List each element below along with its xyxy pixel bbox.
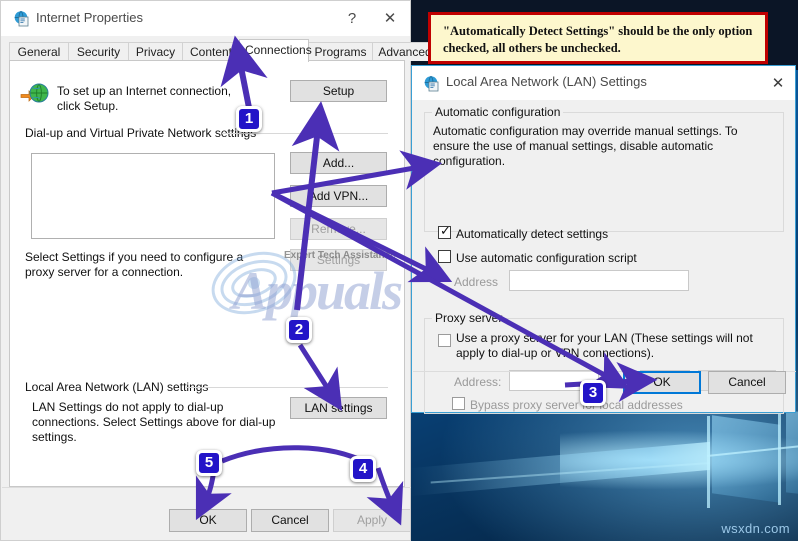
bypass-proxy-label: Bypass proxy server for local addresses	[470, 398, 683, 412]
tab-content[interactable]: Content	[182, 42, 240, 61]
wallpaper-line	[778, 410, 781, 505]
wallpaper-pane	[712, 415, 780, 503]
auto-config-address-input[interactable]	[509, 270, 689, 291]
lan-settings-titlebar: Local Area Network (LAN) Settings ✕	[412, 66, 795, 100]
ip-cancel-button[interactable]: Cancel	[251, 509, 329, 532]
use-proxy-server-checkbox[interactable]	[438, 334, 451, 347]
help-button[interactable]: ?	[337, 7, 367, 31]
automatic-configuration-label: Automatic configuration	[432, 105, 564, 119]
tab-general[interactable]: General	[9, 42, 69, 61]
ip-apply-button: Apply	[333, 509, 411, 532]
close-icon[interactable]: ✕	[375, 7, 405, 31]
bypass-proxy-checkbox[interactable]	[452, 397, 465, 410]
ip-ok-button[interactable]: OK	[169, 509, 247, 532]
add-button[interactable]: Add...	[290, 152, 387, 174]
setup-description: To set up an Internet connection, click …	[57, 84, 232, 113]
auto-config-address-label: Address	[454, 275, 499, 289]
internet-properties-icon	[14, 10, 29, 27]
step-badge-1: 1	[236, 106, 262, 132]
tab-connections[interactable]: Connections	[239, 39, 312, 62]
auto-detect-settings-checkbox[interactable]: ✓	[438, 224, 451, 239]
step-badge-2: 2	[286, 317, 312, 343]
setup-button[interactable]: Setup	[290, 80, 387, 102]
auto-detect-settings-label[interactable]: Automatically detect settings	[456, 227, 608, 242]
footer-separator	[2, 487, 411, 488]
appuals-watermark: Expert Tech Assistance Appuals	[211, 240, 452, 326]
automatic-configuration-description: Automatic configuration may override man…	[433, 124, 738, 168]
instruction-callout-text: "Automatically Detect Settings" should b…	[443, 24, 753, 55]
auto-config-script-label[interactable]: Use automatic configuration script	[456, 251, 637, 266]
proxy-address-label: Address:	[454, 375, 502, 389]
checkmark-icon: ✓	[440, 224, 451, 239]
step-badge-5: 5	[196, 450, 222, 476]
lan-settings-button[interactable]: LAN settings	[290, 397, 387, 419]
internet-properties-titlebar: Internet Properties ? ✕	[1, 1, 410, 36]
step-badge-4: 4	[350, 456, 376, 482]
lan-group-label: Local Area Network (LAN) settings	[25, 380, 209, 394]
lan-group-rule	[186, 387, 388, 388]
tab-privacy[interactable]: Privacy	[128, 42, 183, 61]
appuals-brand: Appuals	[232, 261, 403, 321]
wallpaper-pane	[786, 410, 798, 496]
add-vpn-button[interactable]: Add VPN...	[290, 185, 387, 207]
lan-settings-icon	[424, 75, 439, 92]
site-watermark: wsxdn.com	[721, 521, 790, 536]
internet-globe-icon	[20, 83, 49, 103]
tab-security[interactable]: Security	[68, 42, 129, 61]
use-proxy-server-label[interactable]: Use a proxy server for your LAN (These s…	[456, 331, 778, 361]
instruction-callout: "Automatically Detect Settings" should b…	[428, 12, 768, 64]
step-badge-3: 3	[580, 380, 606, 406]
lan-settings-window: Local Area Network (LAN) Settings ✕ Auto…	[411, 65, 796, 414]
dialup-connections-list[interactable]	[31, 153, 275, 239]
dialup-group-rule	[222, 133, 388, 134]
lan-cancel-button[interactable]: Cancel	[708, 371, 786, 394]
tab-strip: General Security Privacy Content Connect…	[9, 39, 438, 62]
tab-programs[interactable]: Programs	[308, 42, 373, 61]
lan-ok-button[interactable]: OK	[623, 371, 701, 394]
window-title: Internet Properties	[36, 10, 143, 25]
lan-close-icon[interactable]: ✕	[764, 72, 792, 95]
lan-hint-text: LAN Settings do not apply to dial-up con…	[32, 400, 276, 444]
lan-window-title: Local Area Network (LAN) Settings	[446, 74, 647, 89]
remove-button: Remove...	[290, 218, 387, 240]
